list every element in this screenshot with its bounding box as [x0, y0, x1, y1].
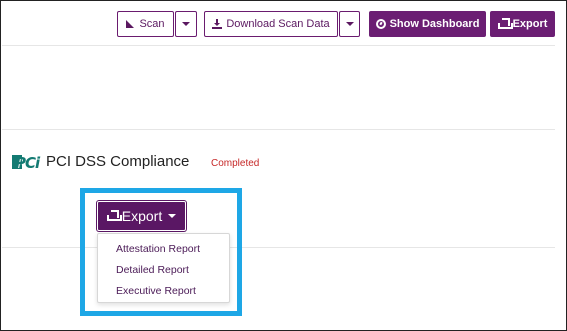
app-window: Scan Download Scan Data Show Dashboard E… [0, 0, 567, 331]
dashboard-button-label: Show Dashboard [389, 18, 480, 30]
show-dashboard-button[interactable]: Show Dashboard [369, 11, 486, 37]
chevron-down-icon [345, 22, 354, 26]
export-dropdown-button[interactable]: Export [97, 201, 186, 231]
menu-item-executive-report[interactable]: Executive Report [116, 285, 196, 297]
export-icon [497, 18, 513, 29]
chevron-down-icon [182, 22, 190, 26]
download-scan-data-button[interactable]: Download Scan Data [204, 11, 338, 37]
scan-icon [126, 20, 135, 28]
menu-item-detailed-report[interactable]: Detailed Report [116, 264, 189, 276]
divider [2, 129, 555, 130]
download-icon [212, 19, 223, 29]
export-dropdown-menu: Attestation Report Detailed Report Execu… [97, 233, 230, 303]
download-button-label: Download Scan Data [226, 18, 330, 30]
dashboard-icon [375, 19, 386, 29]
divider [2, 45, 555, 46]
toolbar: Scan Download Scan Data Show Dashboard E… [1, 11, 567, 38]
export-dropdown-label: Export [121, 208, 163, 224]
export-icon [106, 210, 122, 221]
menu-item-attestation-report[interactable]: Attestation Report [116, 243, 200, 255]
download-dropdown-toggle[interactable] [339, 11, 360, 37]
scan-button[interactable]: Scan [117, 11, 174, 37]
chevron-down-icon [168, 214, 177, 218]
export-button-top[interactable]: Export [490, 11, 555, 37]
scan-button-label: Scan [139, 18, 165, 30]
compliance-title: PCI DSS Compliance [46, 153, 190, 170]
status-badge: Completed [211, 158, 260, 169]
pci-logo: PCi [12, 153, 43, 173]
export-button-label: Export [512, 18, 548, 30]
scan-dropdown-toggle[interactable] [175, 11, 197, 37]
